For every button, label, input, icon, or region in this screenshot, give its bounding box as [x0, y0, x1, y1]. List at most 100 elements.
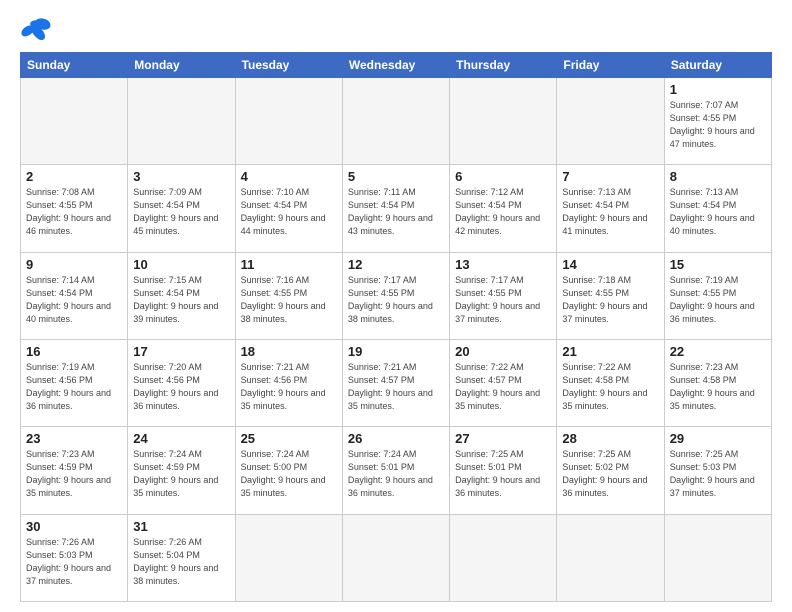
calendar-cell: 1 Sunrise: 7:07 AMSunset: 4:55 PMDaylight… — [664, 78, 771, 165]
calendar-cell — [450, 514, 557, 601]
calendar-cell: 15 Sunrise: 7:19 AMSunset: 4:55 PMDayligh… — [664, 252, 771, 339]
calendar-cell: 22Sunrise: 7:23 AMSunset: 4:58 PMDayligh… — [664, 339, 771, 426]
day-number: 14 — [562, 257, 658, 272]
day-number: 19 — [348, 344, 444, 359]
calendar-cell: 18Sunrise: 7:21 AMSunset: 4:56 PMDayligh… — [235, 339, 342, 426]
calendar-cell: 29 Sunrise: 7:25 AMSunset: 5:03 PMDayligh… — [664, 427, 771, 514]
day-number: 1 — [670, 82, 766, 97]
calendar-cell: 28 Sunrise: 7:25 AMSunset: 5:02 PMDayligh… — [557, 427, 664, 514]
day-info: Sunrise: 7:25 AMSunset: 5:03 PMDaylight:… — [670, 448, 766, 500]
day-info: Sunrise: 7:07 AMSunset: 4:55 PMDaylight:… — [670, 99, 766, 151]
day-number: 24 — [133, 431, 229, 446]
day-number: 27 — [455, 431, 551, 446]
calendar-header-sunday: Sunday — [21, 53, 128, 78]
calendar-cell — [557, 78, 664, 165]
calendar-cell — [235, 514, 342, 601]
header — [20, 16, 772, 44]
logo — [20, 16, 56, 44]
calendar-cell — [21, 78, 128, 165]
day-info: Sunrise: 7:21 AMSunset: 4:57 PMDaylight:… — [348, 361, 444, 413]
day-info: Sunrise: 7:22 AMSunset: 4:57 PMDaylight:… — [455, 361, 551, 413]
calendar-cell — [342, 514, 449, 601]
day-info: Sunrise: 7:14 AMSunset: 4:54 PMDaylight:… — [26, 274, 122, 326]
calendar-cell: 25Sunrise: 7:24 AMSunset: 5:00 PMDayligh… — [235, 427, 342, 514]
calendar-header-saturday: Saturday — [664, 53, 771, 78]
calendar-cell: 26 Sunrise: 7:24 AMSunset: 5:01 PMDayligh… — [342, 427, 449, 514]
calendar-cell: 11 Sunrise: 7:16 AMSunset: 4:55 PMDayligh… — [235, 252, 342, 339]
calendar-cell: 31Sunrise: 7:26 AMSunset: 5:04 PMDayligh… — [128, 514, 235, 601]
day-number: 18 — [241, 344, 337, 359]
day-number: 20 — [455, 344, 551, 359]
day-number: 15 — [670, 257, 766, 272]
calendar-cell: 12Sunrise: 7:17 AMSunset: 4:55 PMDayligh… — [342, 252, 449, 339]
day-number: 6 — [455, 169, 551, 184]
calendar-table: SundayMondayTuesdayWednesdayThursdayFrid… — [20, 52, 772, 602]
calendar-week-2: 9 Sunrise: 7:14 AMSunset: 4:54 PMDaylight… — [21, 252, 772, 339]
day-number: 23 — [26, 431, 122, 446]
day-number: 8 — [670, 169, 766, 184]
calendar-cell — [664, 514, 771, 601]
calendar-cell: 14 Sunrise: 7:18 AMSunset: 4:55 PMDayligh… — [557, 252, 664, 339]
day-number: 16 — [26, 344, 122, 359]
day-info: Sunrise: 7:22 AMSunset: 4:58 PMDaylight:… — [562, 361, 658, 413]
calendar-cell — [342, 78, 449, 165]
day-number: 3 — [133, 169, 229, 184]
day-info: Sunrise: 7:08 AMSunset: 4:55 PMDaylight:… — [26, 186, 122, 238]
calendar-header-monday: Monday — [128, 53, 235, 78]
calendar-header-tuesday: Tuesday — [235, 53, 342, 78]
logo-icon — [20, 16, 52, 44]
day-number: 22 — [670, 344, 766, 359]
calendar-cell: 13 Sunrise: 7:17 AMSunset: 4:55 PMDayligh… — [450, 252, 557, 339]
day-info: Sunrise: 7:23 AMSunset: 4:59 PMDaylight:… — [26, 448, 122, 500]
day-number: 13 — [455, 257, 551, 272]
calendar-cell: 2 Sunrise: 7:08 AMSunset: 4:55 PMDaylight… — [21, 165, 128, 252]
calendar-cell: 19 Sunrise: 7:21 AMSunset: 4:57 PMDayligh… — [342, 339, 449, 426]
day-number: 31 — [133, 519, 229, 534]
calendar-week-3: 16Sunrise: 7:19 AMSunset: 4:56 PMDayligh… — [21, 339, 772, 426]
calendar-cell: 30Sunrise: 7:26 AMSunset: 5:03 PMDayligh… — [21, 514, 128, 601]
calendar-header-friday: Friday — [557, 53, 664, 78]
calendar-cell — [450, 78, 557, 165]
day-number: 7 — [562, 169, 658, 184]
day-number: 10 — [133, 257, 229, 272]
calendar-cell: 3Sunrise: 7:09 AMSunset: 4:54 PMDaylight… — [128, 165, 235, 252]
day-info: Sunrise: 7:25 AMSunset: 5:02 PMDaylight:… — [562, 448, 658, 500]
day-number: 11 — [241, 257, 337, 272]
day-number: 5 — [348, 169, 444, 184]
day-info: Sunrise: 7:13 AMSunset: 4:54 PMDaylight:… — [562, 186, 658, 238]
calendar-cell — [128, 78, 235, 165]
calendar-cell: 4Sunrise: 7:10 AMSunset: 4:54 PMDaylight… — [235, 165, 342, 252]
calendar-cell: 8 Sunrise: 7:13 AMSunset: 4:54 PMDaylight… — [664, 165, 771, 252]
day-info: Sunrise: 7:19 AMSunset: 4:55 PMDaylight:… — [670, 274, 766, 326]
calendar-cell: 9 Sunrise: 7:14 AMSunset: 4:54 PMDaylight… — [21, 252, 128, 339]
day-number: 2 — [26, 169, 122, 184]
day-info: Sunrise: 7:24 AMSunset: 5:00 PMDaylight:… — [241, 448, 337, 500]
calendar-cell — [235, 78, 342, 165]
day-number: 9 — [26, 257, 122, 272]
day-info: Sunrise: 7:17 AMSunset: 4:55 PMDaylight:… — [455, 274, 551, 326]
day-number: 17 — [133, 344, 229, 359]
calendar-cell: 16Sunrise: 7:19 AMSunset: 4:56 PMDayligh… — [21, 339, 128, 426]
calendar-cell: 20 Sunrise: 7:22 AMSunset: 4:57 PMDayligh… — [450, 339, 557, 426]
calendar-cell: 5 Sunrise: 7:11 AMSunset: 4:54 PMDaylight… — [342, 165, 449, 252]
day-info: Sunrise: 7:15 AMSunset: 4:54 PMDaylight:… — [133, 274, 229, 326]
day-number: 29 — [670, 431, 766, 446]
day-info: Sunrise: 7:11 AMSunset: 4:54 PMDaylight:… — [348, 186, 444, 238]
page: SundayMondayTuesdayWednesdayThursdayFrid… — [0, 0, 792, 612]
day-info: Sunrise: 7:24 AMSunset: 4:59 PMDaylight:… — [133, 448, 229, 500]
day-number: 28 — [562, 431, 658, 446]
day-info: Sunrise: 7:24 AMSunset: 5:01 PMDaylight:… — [348, 448, 444, 500]
day-number: 26 — [348, 431, 444, 446]
day-info: Sunrise: 7:18 AMSunset: 4:55 PMDaylight:… — [562, 274, 658, 326]
day-number: 21 — [562, 344, 658, 359]
calendar-cell: 7 Sunrise: 7:13 AMSunset: 4:54 PMDaylight… — [557, 165, 664, 252]
day-info: Sunrise: 7:12 AMSunset: 4:54 PMDaylight:… — [455, 186, 551, 238]
calendar-cell: 23 Sunrise: 7:23 AMSunset: 4:59 PMDayligh… — [21, 427, 128, 514]
day-info: Sunrise: 7:10 AMSunset: 4:54 PMDaylight:… — [241, 186, 337, 238]
calendar-week-0: 1 Sunrise: 7:07 AMSunset: 4:55 PMDaylight… — [21, 78, 772, 165]
day-info: Sunrise: 7:13 AMSunset: 4:54 PMDaylight:… — [670, 186, 766, 238]
calendar-header-wednesday: Wednesday — [342, 53, 449, 78]
calendar-cell: 27Sunrise: 7:25 AMSunset: 5:01 PMDayligh… — [450, 427, 557, 514]
day-info: Sunrise: 7:16 AMSunset: 4:55 PMDaylight:… — [241, 274, 337, 326]
day-number: 30 — [26, 519, 122, 534]
